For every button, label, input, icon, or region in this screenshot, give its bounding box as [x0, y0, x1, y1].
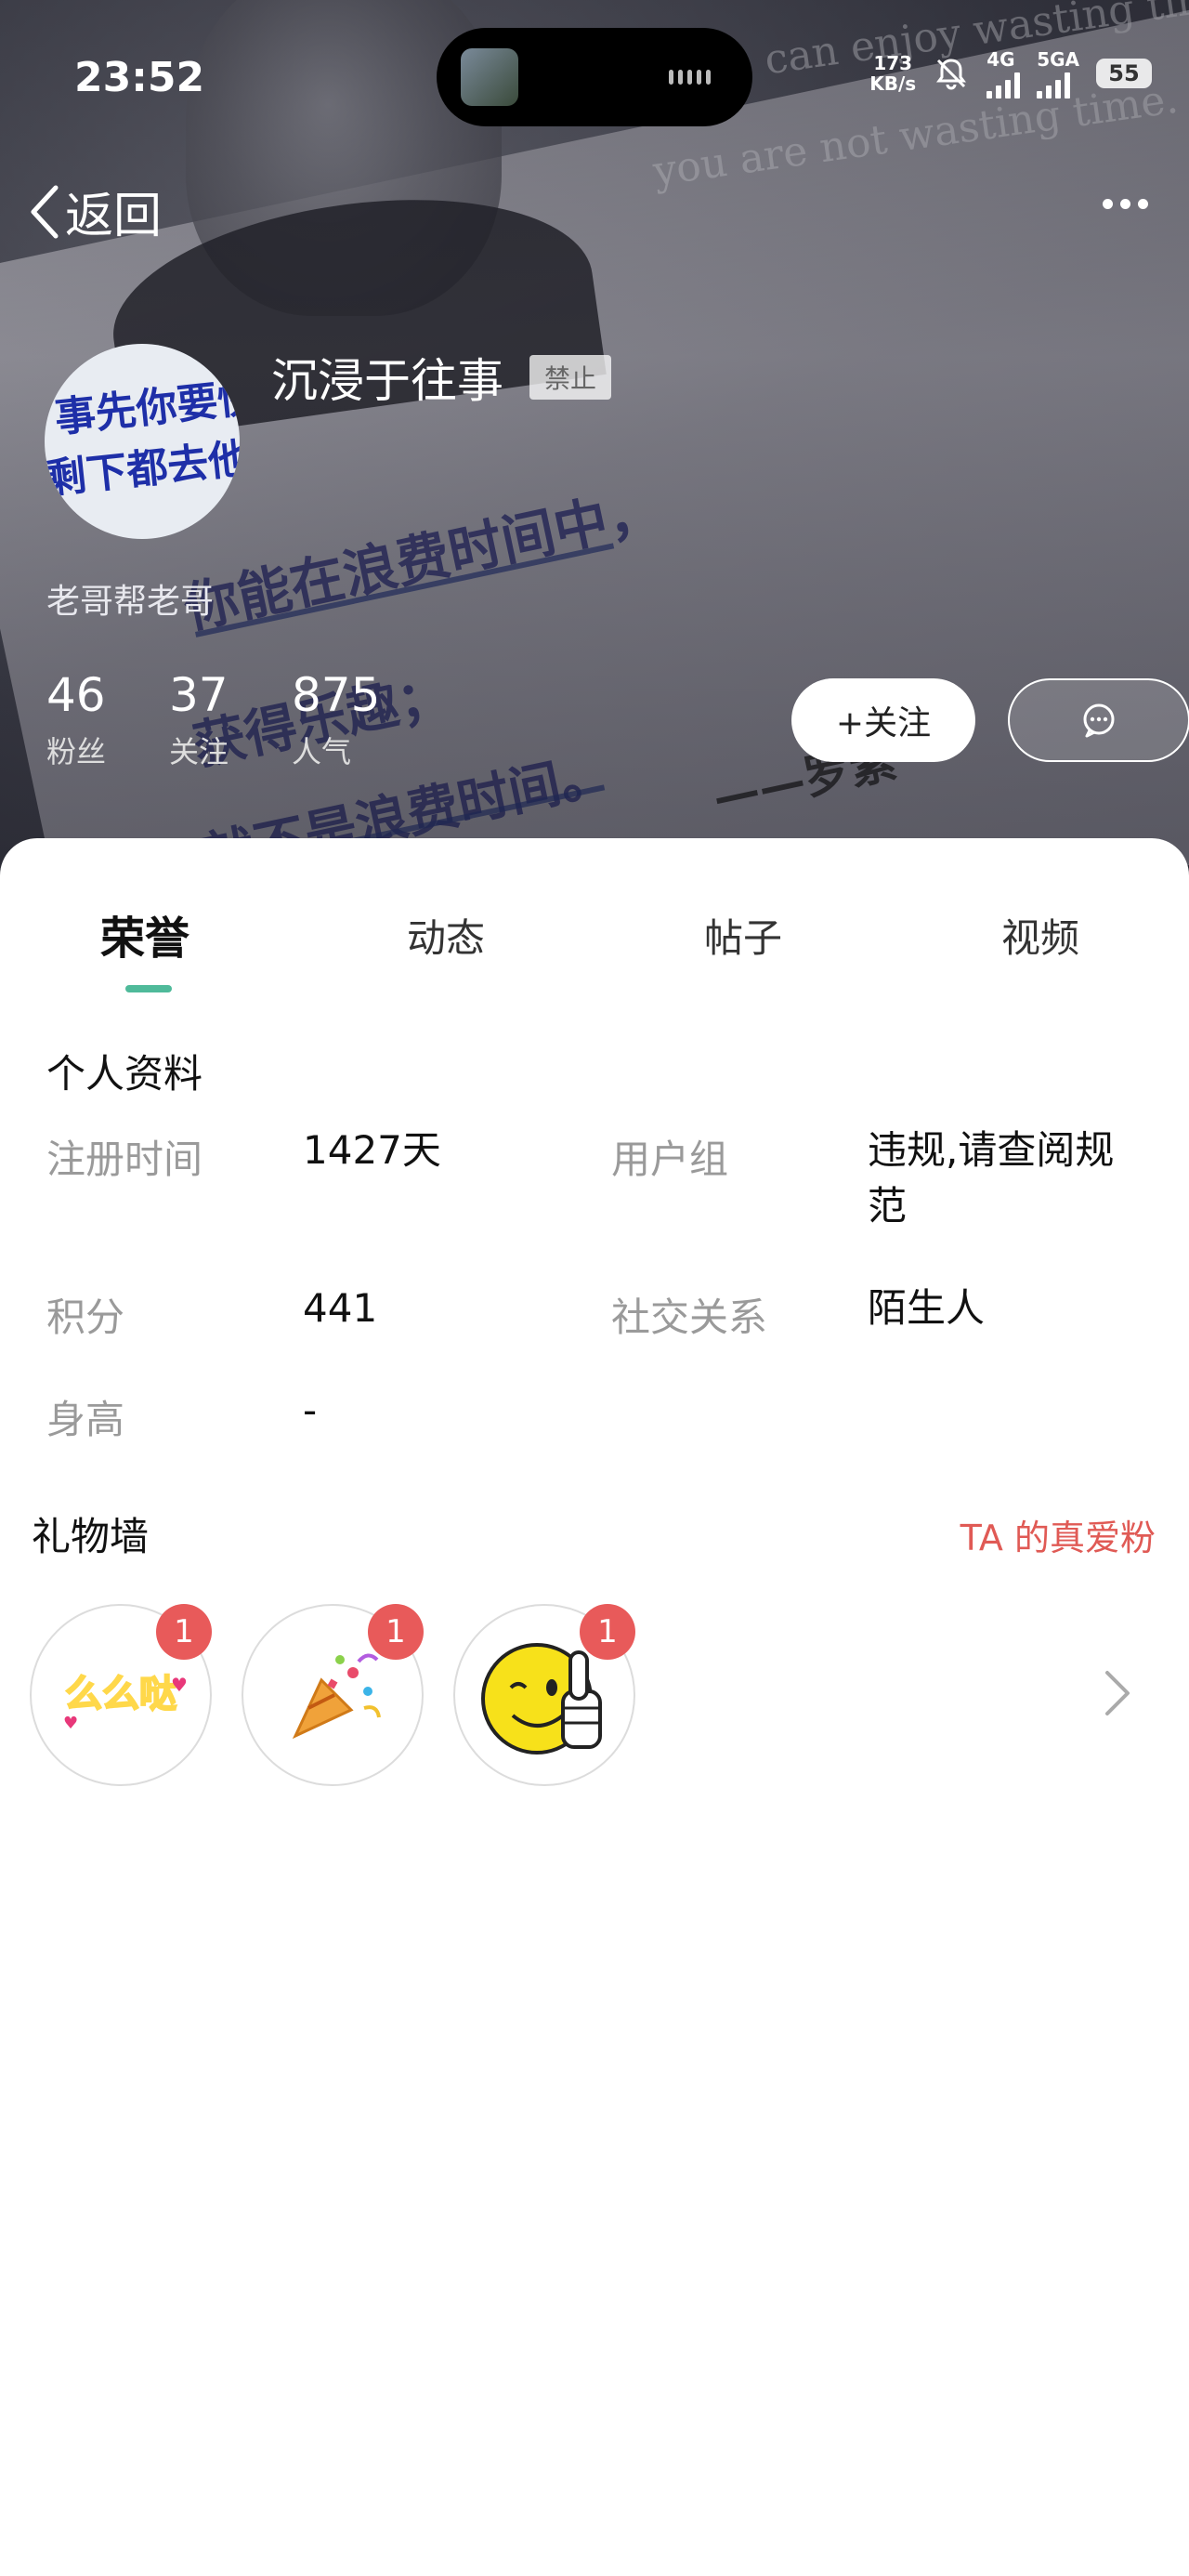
stat-popularity-label: 人气 [292, 734, 352, 769]
tab-honor[interactable]: 荣誉 [100, 901, 189, 966]
network-speed: 173 KB/s [869, 53, 916, 94]
more-options-button[interactable] [1103, 199, 1148, 209]
info-points-label: 积分 [46, 1295, 125, 1340]
info-height-value: - [303, 1387, 318, 1433]
dynamic-island[interactable] [437, 28, 752, 126]
active-tab-indicator [125, 985, 172, 992]
dot-icon [1138, 199, 1148, 209]
gift-item-thumbs-up[interactable]: 1 [453, 1604, 635, 1786]
tab-activity[interactable]: 动态 [407, 907, 485, 964]
audio-wave-icon [669, 69, 719, 85]
follow-button[interactable]: +关注 [791, 678, 975, 762]
back-button[interactable]: 返回 [28, 177, 162, 246]
network-speed-value: 173 [873, 52, 913, 74]
stat-popularity-value: 875 [292, 668, 381, 722]
gift-wall-more-button[interactable] [1104, 1669, 1131, 1721]
stat-following-label: 关注 [169, 734, 229, 769]
gift-wall-title: 礼物墙 [32, 1514, 150, 1559]
gift-count-badge: 1 [156, 1604, 212, 1660]
message-button[interactable] [1008, 678, 1189, 762]
tab-videos[interactable]: 视频 [1001, 907, 1079, 964]
info-points-value: 441 [303, 1285, 378, 1331]
username: 沉浸于往事 [271, 354, 503, 408]
profile-info-title: 个人资料 [46, 1051, 203, 1097]
stat-following[interactable]: 37 关注 [169, 669, 229, 771]
info-social-label: 社交关系 [611, 1295, 768, 1340]
dot-icon [1120, 199, 1130, 209]
info-group-value-line1: 违规,请查阅规 [868, 1127, 1115, 1173]
mute-bell-icon [936, 59, 967, 90]
ban-status-badge: 禁止 [529, 355, 612, 400]
svg-text:♥: ♥ [63, 1714, 78, 1733]
svg-text:么么哒: 么么哒 [65, 1673, 176, 1715]
chevron-right-icon [1105, 1671, 1130, 1715]
network-speed-unit: KB/s [869, 72, 917, 95]
info-group-label: 用户组 [611, 1137, 729, 1182]
gift-count-badge: 1 [580, 1604, 635, 1660]
avatar[interactable]: 事先你要快乐 剩下都去他的 [45, 344, 240, 539]
dot-icon [1103, 199, 1113, 209]
true-fans-link[interactable]: TA 的真爱粉 [960, 1509, 1156, 1560]
info-social-value: 陌生人 [868, 1285, 986, 1331]
signal-5ga-label: 5GA [1037, 48, 1079, 71]
status-icons: 173 KB/s 4G 5GA 55 [869, 48, 1152, 99]
stat-following-value: 37 [169, 668, 229, 722]
chat-bubble-icon [1083, 703, 1115, 738]
gift-item-kiss[interactable]: 么么哒 ♥ ♥ 1 [30, 1604, 212, 1786]
stat-fans[interactable]: 46 粉丝 [46, 669, 106, 771]
battery-indicator: 55 [1096, 59, 1152, 88]
info-group-value-line2: 范 [868, 1183, 908, 1229]
signal-bars-icon [1037, 71, 1071, 99]
signal-bars-icon [986, 71, 1021, 99]
back-label: 返回 [65, 189, 163, 244]
user-signature: 老哥帮老哥 [46, 583, 215, 621]
info-reg-label: 注册时间 [46, 1137, 203, 1182]
media-thumbnail [461, 48, 518, 106]
tab-bar: 荣誉 动态 帖子 视频 [0, 901, 1189, 966]
status-time: 23:52 [74, 54, 205, 101]
stat-fans-label: 粉丝 [46, 734, 107, 769]
chevron-left-icon [31, 185, 59, 238]
info-reg-value: 1427天 [303, 1127, 441, 1173]
stat-fans-value: 46 [46, 668, 106, 722]
info-height-label: 身高 [46, 1397, 125, 1442]
stat-popularity: 875 人气 [292, 669, 380, 771]
signal-4g: 4G [986, 48, 1021, 99]
signal-5ga: 5GA [1037, 48, 1079, 99]
svg-text:♥: ♥ [171, 1674, 188, 1696]
gift-item-party-popper[interactable]: 1 [242, 1604, 424, 1786]
gift-count-badge: 1 [368, 1604, 424, 1660]
tab-posts[interactable]: 帖子 [704, 907, 782, 964]
signal-4g-label: 4G [986, 48, 1015, 71]
